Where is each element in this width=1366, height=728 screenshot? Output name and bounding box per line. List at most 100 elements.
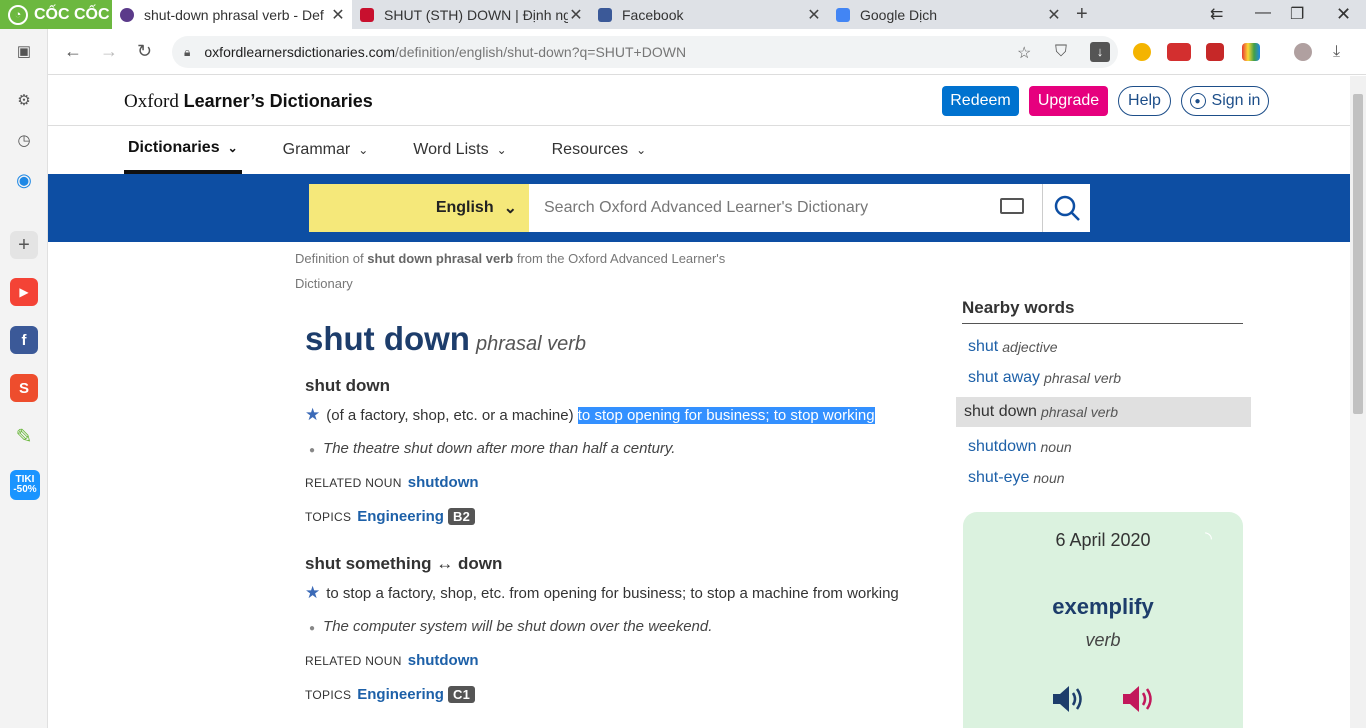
oxford-3000-star-icon[interactable]: ★ bbox=[305, 583, 320, 603]
search-placeholder: Search Oxford Advanced Learner's Diction… bbox=[544, 199, 869, 216]
browser-sidebar: ▣ ⚙ ◷ ◉ + ▶ f S ✎ TIKI -50% bbox=[0, 29, 48, 728]
coccoc-panel-icon[interactable]: ✎ bbox=[10, 422, 38, 450]
downloads-icon[interactable]: ⤓ bbox=[1333, 43, 1340, 61]
site-logo[interactable]: Oxford Learner’s Dictionaries bbox=[124, 91, 373, 113]
speaker-american-icon[interactable] bbox=[1121, 684, 1155, 714]
related-noun: RELATED NOUN shutdown bbox=[305, 474, 945, 491]
logo-oxford: Oxford bbox=[124, 91, 179, 112]
related-label: RELATED NOUN bbox=[305, 476, 402, 490]
url-host: oxfordlearnersdictionaries.com bbox=[204, 44, 396, 60]
wotd-date: 6 April 2020 bbox=[1055, 530, 1151, 550]
youtube-icon[interactable]: ▶ bbox=[10, 278, 38, 306]
language-select[interactable]: English ⌄ bbox=[309, 184, 529, 232]
keyboard-icon[interactable] bbox=[1000, 198, 1024, 214]
upgrade-button[interactable]: Upgrade bbox=[1029, 86, 1108, 116]
search-button[interactable] bbox=[1042, 184, 1090, 232]
chrome-ext-icon[interactable] bbox=[1133, 43, 1151, 61]
chevron-down-icon: ⌄ bbox=[358, 143, 369, 157]
close-tab-icon[interactable]: ✕ bbox=[806, 5, 822, 25]
search-icon bbox=[1054, 195, 1080, 221]
shield-icon[interactable]: ⛉ bbox=[1055, 43, 1067, 61]
entry-header: shut down phrasal verb bbox=[305, 320, 925, 358]
settings-icon[interactable]: ⚙ bbox=[10, 86, 38, 114]
related-word-link[interactable]: shutdown bbox=[408, 474, 479, 491]
page-scrollbar[interactable] bbox=[1350, 76, 1366, 728]
nav-label: Grammar bbox=[282, 141, 351, 158]
breadcrumb: Definition of shut down phrasal verb fro… bbox=[295, 246, 755, 296]
topic-link[interactable]: Engineering bbox=[357, 686, 444, 703]
nearby-word: shut-eye bbox=[968, 469, 1030, 486]
download-page-icon[interactable]: ↓ bbox=[1090, 42, 1110, 62]
topic-link[interactable]: Engineering bbox=[357, 508, 444, 525]
help-button[interactable]: Help bbox=[1118, 86, 1171, 116]
topics-label: TOPICS bbox=[305, 510, 352, 524]
oxford-3000-star-icon[interactable]: ★ bbox=[305, 405, 320, 425]
nearby-item[interactable]: shutdown noun bbox=[962, 432, 1257, 462]
related-word-link[interactable]: shutdown bbox=[408, 652, 479, 669]
reload-icon[interactable]: ↻ bbox=[137, 41, 152, 62]
sign-in-button[interactable]: ● Sign in bbox=[1181, 86, 1269, 116]
tab-oxford[interactable]: shut-down phrasal verb - Def ✕ bbox=[112, 0, 352, 29]
tab-google-translate[interactable]: Google Dịch ✕ bbox=[828, 0, 1068, 29]
sense-shortcut: shut something ↔ down bbox=[305, 554, 503, 573]
close-tab-icon[interactable]: ✕ bbox=[1046, 5, 1062, 25]
nearby-item[interactable]: shut away phrasal verb bbox=[962, 363, 1257, 393]
speaker-british-icon[interactable] bbox=[1051, 684, 1085, 714]
tab-bar: ◔ CỐC CỐC shut-down phrasal verb - Def ✕… bbox=[0, 0, 1366, 29]
coccoc-logo-icon: ◔ bbox=[8, 4, 28, 25]
add-panel-icon[interactable]: + bbox=[10, 231, 38, 259]
profile-avatar-icon[interactable] bbox=[1294, 43, 1312, 61]
nearby-title: Nearby words bbox=[962, 298, 1243, 324]
cambridge-icon bbox=[360, 7, 374, 22]
forward-icon[interactable]: → bbox=[100, 41, 118, 62]
color-ext-icon[interactable] bbox=[1242, 43, 1260, 61]
address-bar[interactable]: 🔒︎ oxfordlearnersdictionaries.com/defini… bbox=[172, 36, 1118, 68]
scrollbar-thumb[interactable] bbox=[1353, 94, 1363, 414]
lock-icon[interactable]: 🔒︎ bbox=[184, 45, 190, 60]
nav-word-lists[interactable]: Word Lists ⌄ bbox=[409, 126, 510, 174]
nearby-item[interactable]: shut-eye noun bbox=[962, 463, 1257, 493]
close-tab-icon[interactable]: ✕ bbox=[568, 5, 584, 25]
new-ext-icon[interactable] bbox=[1167, 43, 1191, 61]
nearby-pos: noun bbox=[1040, 439, 1072, 455]
nearby-word: shut down bbox=[964, 403, 1037, 420]
sense-shortcut: shut down bbox=[305, 376, 390, 395]
red-ext-icon[interactable] bbox=[1206, 43, 1224, 61]
search-input[interactable]: Search Oxford Advanced Learner's Diction… bbox=[529, 184, 1042, 232]
coccoc-menu-button[interactable]: ◔ CỐC CỐC bbox=[0, 0, 112, 29]
history-icon[interactable]: ◷ bbox=[10, 126, 38, 154]
nearby-item[interactable]: shut adjective bbox=[962, 332, 1257, 362]
nearby-pos: phrasal verb bbox=[1040, 404, 1118, 420]
headword: shut down bbox=[305, 320, 470, 357]
facebook-panel-icon[interactable]: f bbox=[10, 326, 38, 354]
rss-icon[interactable]: ◝ bbox=[1205, 528, 1212, 549]
minimize-icon[interactable]: — bbox=[1255, 4, 1271, 22]
browser-toolbar: ← → ↻ 🔒︎ oxfordlearnersdictionaries.com /… bbox=[0, 29, 1366, 75]
tab-cambridge[interactable]: SHUT (STH) DOWN | Định ngh ✕ bbox=[352, 0, 590, 29]
close-window-icon[interactable]: ✕ bbox=[1336, 4, 1351, 25]
redeem-button[interactable]: Redeem bbox=[942, 86, 1019, 116]
nav-grammar[interactable]: Grammar ⌄ bbox=[279, 126, 373, 174]
nearby-word: shutdown bbox=[968, 438, 1037, 455]
nav-dictionaries[interactable]: Dictionaries ⌄ bbox=[124, 126, 242, 174]
messenger-icon[interactable]: ◉ bbox=[10, 166, 38, 194]
tiki-icon[interactable]: TIKI -50% bbox=[10, 470, 40, 500]
nav-resources[interactable]: Resources ⌄ bbox=[548, 126, 651, 174]
nearby-word: shut bbox=[968, 338, 999, 355]
logo-title: Learner’s Dictionaries bbox=[183, 91, 373, 111]
url-path: /definition/english/shut-down?q=SHUT+DOW… bbox=[395, 44, 687, 60]
bookmark-star-icon[interactable]: ☆ bbox=[1017, 43, 1031, 63]
restore-icon[interactable]: ❐ bbox=[1290, 4, 1304, 24]
site-header: Oxford Learner’s Dictionaries Redeem Upg… bbox=[48, 76, 1350, 126]
close-tab-icon[interactable]: ✕ bbox=[330, 5, 346, 25]
tab-facebook[interactable]: Facebook ✕ bbox=[590, 0, 828, 29]
definition-prefix: (of a factory, shop, etc. or a machine) bbox=[326, 406, 574, 424]
nearby-item-current[interactable]: shut down phrasal verb bbox=[956, 397, 1251, 427]
shopee-icon[interactable]: S bbox=[10, 374, 38, 402]
sidebar-toggle-icon[interactable]: ▣ bbox=[10, 37, 38, 65]
new-tab-icon[interactable]: + bbox=[1076, 3, 1088, 26]
wotd-word[interactable]: exemplify bbox=[963, 594, 1243, 620]
tab-search-icon[interactable]: ⇇ bbox=[1210, 4, 1223, 24]
back-icon[interactable]: ← bbox=[64, 41, 82, 62]
nav-label: Word Lists bbox=[413, 141, 489, 158]
